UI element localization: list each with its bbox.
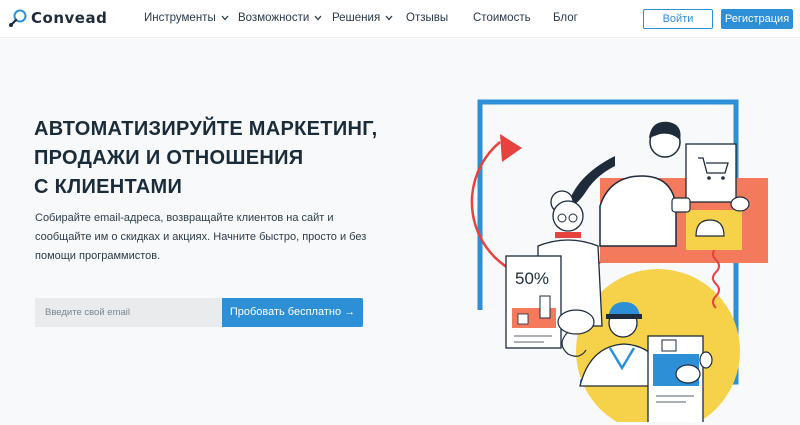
description-line: сообщайте им о скидках и акциях. Начните… bbox=[35, 231, 367, 243]
discount-text: 50% bbox=[515, 269, 549, 288]
nav-item-pricing[interactable]: Стоимость bbox=[473, 12, 531, 24]
hero-section: АВТОМАТИЗИРУЙТЕ МАРКЕТИНГ, ПРОДАЖИ И ОТН… bbox=[0, 39, 800, 425]
nav-item-solutions[interactable]: Решения bbox=[332, 12, 393, 24]
hero-description: Собирайте email-адреса, возвращайте клие… bbox=[35, 209, 405, 266]
nav-item-label: Решения bbox=[332, 12, 381, 24]
chevron-down-icon bbox=[221, 15, 229, 21]
try-free-button[interactable]: Пробовать бесплатно → bbox=[222, 298, 363, 327]
hero-illustration: 50% bbox=[470, 99, 768, 422]
site-header: Convead Инструменты Возможности Решения … bbox=[0, 0, 800, 38]
brand-name: Convead bbox=[31, 9, 108, 27]
headline-line: ПРОДАЖИ И ОТНОШЕНИЯ bbox=[34, 147, 304, 169]
chevron-down-icon bbox=[385, 15, 393, 21]
logo[interactable]: Convead bbox=[8, 8, 107, 28]
headline-line: АВТОМАТИЗИРУЙТЕ МАРКЕТИНГ, bbox=[34, 118, 378, 140]
nav-item-label: Блог bbox=[553, 12, 578, 24]
nav-item-label: Возможности bbox=[238, 12, 310, 24]
register-button[interactable]: Регистрация bbox=[721, 9, 793, 29]
hero-headline: АВТОМАТИЗИРУЙТЕ МАРКЕТИНГ, ПРОДАЖИ И ОТН… bbox=[34, 115, 434, 202]
nav-item-blog[interactable]: Блог bbox=[553, 12, 578, 24]
red-arrow-icon bbox=[500, 134, 522, 162]
nav-item-label: Стоимость bbox=[473, 12, 531, 24]
nav-item-label: Инструменты bbox=[144, 12, 216, 24]
nav-item-tools[interactable]: Инструменты bbox=[144, 12, 229, 24]
description-line: Собирайте email-адреса, возвращайте клие… bbox=[35, 212, 334, 224]
email-input[interactable] bbox=[35, 298, 222, 327]
login-button[interactable]: Войти bbox=[643, 9, 713, 29]
woman-shopper-figure bbox=[567, 121, 750, 250]
logo-icon bbox=[9, 9, 27, 27]
nav-item-label: Отзывы bbox=[406, 12, 449, 24]
nav-item-reviews[interactable]: Отзывы bbox=[406, 12, 448, 24]
nav-item-features[interactable]: Возможности bbox=[238, 12, 322, 24]
chevron-down-icon bbox=[314, 15, 322, 21]
grandma-figure: 50% bbox=[505, 190, 603, 357]
description-line: помощи программистов. bbox=[35, 250, 161, 262]
headline-line: С КЛИЕНТАМИ bbox=[34, 176, 183, 198]
